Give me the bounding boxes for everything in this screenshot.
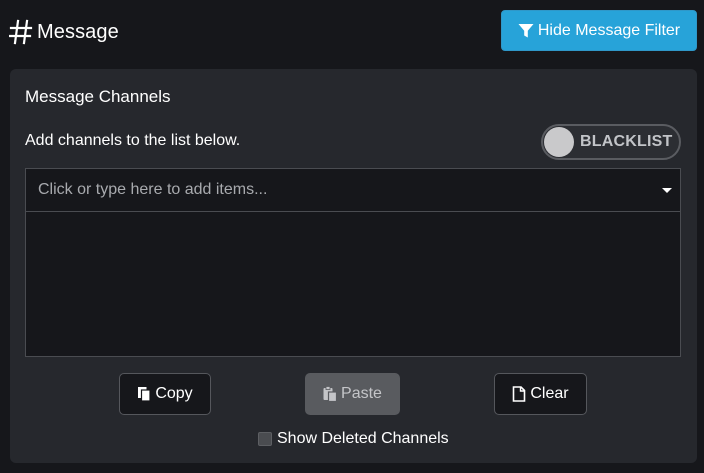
panel-hint: Add channels to the list below.: [25, 132, 241, 149]
chevron-down-icon[interactable]: [662, 188, 672, 193]
blacklist-toggle[interactable]: BLACKLIST: [541, 124, 681, 160]
toggle-knob: [544, 127, 574, 157]
page-header: Message Hide Message Filter: [0, 0, 704, 62]
page-title-group: Message: [9, 18, 119, 46]
show-deleted-label: Show Deleted Channels: [277, 430, 449, 447]
hide-message-filter-button[interactable]: Hide Message Filter: [501, 10, 697, 51]
channel-select-input[interactable]: Click or type here to add items...: [25, 168, 681, 212]
clear-button[interactable]: Clear: [494, 373, 587, 415]
paste-button-label: Paste: [341, 385, 382, 402]
channel-select-placeholder: Click or type here to add items...: [38, 181, 268, 198]
file-icon: [513, 386, 526, 402]
page-title: Message: [37, 20, 119, 43]
copy-icon: [138, 387, 151, 402]
message-channels-panel: Message Channels Add channels to the lis…: [10, 69, 697, 463]
copy-button-label: Copy: [155, 385, 193, 402]
channel-list[interactable]: [25, 211, 681, 357]
clear-button-label: Clear: [530, 385, 569, 402]
message-filter-page: Message Hide Message Filter Message Chan…: [0, 0, 704, 473]
panel-title: Message Channels: [25, 87, 171, 106]
toggle-label: BLACKLIST: [580, 133, 673, 150]
hash-icon: [9, 19, 33, 45]
show-deleted-channels-option[interactable]: Show Deleted Channels: [258, 429, 449, 449]
filter-icon: [518, 23, 534, 37]
copy-button[interactable]: Copy: [119, 373, 211, 415]
hide-message-filter-label: Hide Message Filter: [537, 21, 681, 39]
paste-icon: [323, 386, 338, 402]
show-deleted-checkbox[interactable]: [258, 432, 272, 446]
paste-button[interactable]: Paste: [305, 373, 400, 415]
